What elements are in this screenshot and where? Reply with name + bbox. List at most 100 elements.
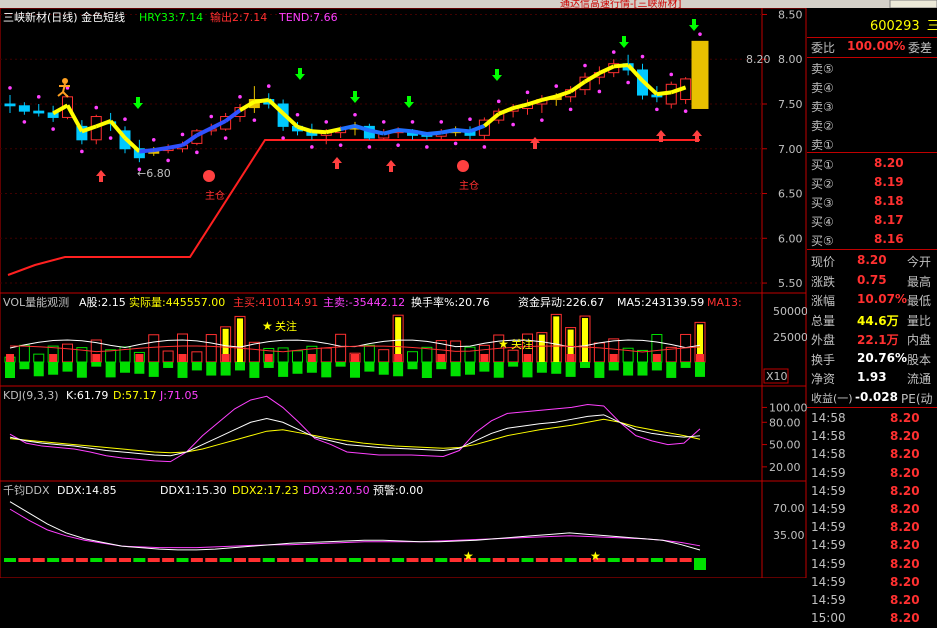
trade-time: 14:58	[811, 411, 846, 425]
ddx-axis-70: 70.00	[773, 502, 805, 515]
ddx-bar	[262, 558, 275, 562]
buy-level-label: 买①	[811, 158, 834, 172]
ddx3-value: DDX3:20.50	[303, 484, 370, 497]
ddx-bar	[190, 558, 203, 562]
price-axis-label: 6.50	[778, 188, 803, 201]
buy-level-label: 买④	[811, 215, 834, 229]
trend-segment	[254, 97, 269, 104]
ddx-value: DDX:14.85	[57, 484, 117, 497]
ddx-bar	[622, 558, 635, 562]
ddx-bar	[18, 558, 31, 562]
signal-dot	[80, 149, 84, 154]
quote-stat: 收益(一) -0.028 PE(动	[811, 389, 937, 407]
volume-bar	[105, 349, 117, 378]
quote-stat-label: 外盘	[811, 333, 836, 347]
vol-axis-50000: 50000	[773, 305, 808, 318]
trade-tick: 14:59 8.20	[811, 537, 937, 555]
quote-stat: 总量 44.6万 量比	[811, 311, 937, 329]
ddx-bar	[679, 558, 692, 562]
sell-level: 卖④	[811, 78, 937, 96]
stock-header: 600293 三峡新材	[870, 15, 937, 34]
quote-stat: 净资 1.93 流通	[811, 369, 937, 387]
volume-bar	[248, 341, 260, 378]
ddx-panel-name: 千钧DDX	[3, 483, 50, 497]
volume-bar	[220, 326, 232, 376]
signal-dot	[439, 120, 444, 124]
quote-stat-value: 1.93	[857, 370, 887, 384]
volume-bar	[162, 350, 174, 368]
vol-axis-25000: 25000	[773, 331, 808, 344]
trade-price: 8.20	[890, 411, 920, 425]
candle	[691, 40, 709, 109]
sell-level: 卖③	[811, 97, 937, 115]
chart-canvas[interactable]: 8.508.007.507.006.506.005.50 8.20 ←6.80 …	[0, 0, 937, 578]
svg-text:★: ★	[262, 319, 273, 333]
trend-segment	[412, 129, 428, 136]
volume-bar	[306, 345, 318, 373]
signal-dot	[511, 122, 515, 127]
top-title: 通达信高速行情-[三峡新材]	[560, 0, 682, 10]
signal-dot	[108, 136, 113, 140]
trade-price: 8.20	[890, 538, 920, 553]
kdj-d: D:57.17	[113, 389, 157, 402]
svg-text:主仓: 主仓	[205, 189, 225, 202]
signal-dot	[8, 86, 12, 90]
ddx-bar	[133, 558, 146, 562]
tend-value: TEND:7.66	[278, 11, 338, 24]
quote-stat-extra: 今开	[907, 255, 932, 269]
buy-level: 买④ 8.17	[811, 212, 937, 230]
volume-bar	[421, 346, 433, 378]
trade-price: 8.20	[890, 574, 920, 589]
stock-code: 600293	[870, 19, 920, 34]
ddx-bar	[349, 558, 361, 562]
ddx-bar	[492, 558, 505, 562]
signal-dot	[611, 50, 616, 54]
trend-segment	[613, 63, 629, 69]
price-axis-label: 8.00	[778, 53, 803, 66]
vol-unit: X10	[766, 370, 788, 383]
quote-divider-5	[807, 407, 937, 408]
quote-stat-label: 涨跌	[811, 274, 836, 289]
sell-level: 卖⑤	[811, 59, 937, 77]
output-value: 输出2:7.14	[210, 10, 267, 24]
signal-dot	[324, 120, 329, 124]
ddx-bar	[521, 558, 534, 562]
ddx-bar	[176, 558, 189, 562]
signal-dot	[669, 72, 674, 77]
signal-dot	[338, 143, 343, 147]
quote-stat-label: 涨幅	[811, 294, 836, 308]
weibi-extra: 委差	[908, 41, 933, 55]
trade-time: 14:59	[811, 520, 846, 535]
volume-bar	[680, 333, 692, 368]
ddx-warning: 预警:0.00	[373, 483, 423, 497]
buy-level-price: 8.16	[874, 232, 904, 246]
trend-segment	[656, 90, 672, 97]
weibi-row: 委比 100.00% 委差	[811, 38, 937, 56]
kdj-k: K:61.79	[66, 389, 108, 402]
quote-stat-value: 10.07%	[857, 292, 907, 306]
buy-level: 买⑤ 8.16	[811, 231, 937, 249]
top-button[interactable]	[889, 0, 937, 9]
trade-tick: 14:58 8.20	[811, 446, 937, 464]
sell-level-label: 卖②	[811, 119, 834, 133]
kdj-axis-label: 80.00	[769, 416, 801, 429]
volume-bar	[507, 349, 519, 367]
ddx-bar	[334, 558, 347, 562]
vol-actual: 实际量:445557.00	[129, 295, 225, 309]
vol-turnover: 换手率%:20.76	[411, 295, 490, 309]
ddx-bar	[90, 558, 103, 562]
volume-bar	[133, 351, 145, 374]
quote-divider-3	[807, 152, 937, 153]
ddx-bar	[61, 558, 74, 562]
buy-level-label: 买⑤	[811, 234, 834, 248]
svg-text:★: ★	[463, 549, 474, 563]
volume-bar	[47, 345, 59, 375]
signal-dot	[381, 120, 386, 124]
vol-ma5: MA5:243139.59	[617, 296, 704, 309]
trade-price: 8.20	[890, 483, 920, 498]
signal-dot	[482, 145, 487, 149]
quote-stat: 现价 8.20 今开	[811, 252, 937, 270]
trade-time: 14:58	[811, 447, 846, 462]
signal-dot	[468, 117, 472, 122]
quote-stat-label: 现价	[811, 255, 836, 269]
